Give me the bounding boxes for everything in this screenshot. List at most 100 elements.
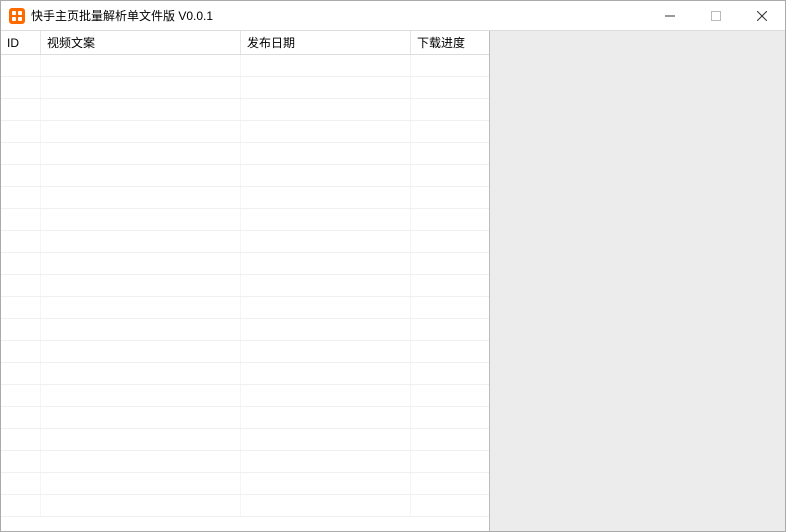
table-row[interactable] (1, 495, 489, 517)
titlebar[interactable]: 快手主页批量解析单文件版 V0.0.1 (1, 1, 785, 31)
table-cell (241, 165, 411, 186)
table-row[interactable] (1, 297, 489, 319)
column-header-date[interactable]: 发布日期 (241, 31, 411, 54)
table-cell (41, 231, 241, 252)
table-cell (411, 253, 489, 274)
table-cell (411, 385, 489, 406)
app-window: 快手主页批量解析单文件版 V0.0.1 ID 视频文案 发布日期 下载进度 (0, 0, 786, 532)
table-cell (241, 451, 411, 472)
table-cell (41, 143, 241, 164)
table-cell (41, 341, 241, 362)
table-cell (241, 99, 411, 120)
table-row[interactable] (1, 231, 489, 253)
table-row[interactable] (1, 451, 489, 473)
table-cell (411, 407, 489, 428)
table-cell (1, 275, 41, 296)
table-cell (411, 231, 489, 252)
table-cell (1, 407, 41, 428)
table-cell (41, 495, 241, 516)
table-cell (411, 143, 489, 164)
table-cell (41, 275, 241, 296)
table-cell (1, 429, 41, 450)
table-cell (1, 495, 41, 516)
table-row[interactable] (1, 55, 489, 77)
table-row[interactable] (1, 143, 489, 165)
table-cell (411, 297, 489, 318)
table-cell (41, 319, 241, 340)
table-cell (1, 385, 41, 406)
table-cell (411, 165, 489, 186)
table-cell (411, 473, 489, 494)
table-cell (411, 451, 489, 472)
table-cell (41, 429, 241, 450)
column-header-copy[interactable]: 视频文案 (41, 31, 241, 54)
table-cell (411, 209, 489, 230)
app-icon (9, 8, 25, 24)
table-cell (241, 297, 411, 318)
table-cell (41, 253, 241, 274)
table-cell (241, 407, 411, 428)
table-cell (411, 495, 489, 516)
table-cell (411, 429, 489, 450)
table-row[interactable] (1, 429, 489, 451)
table-cell (1, 55, 41, 76)
table-cell (1, 143, 41, 164)
table-cell (1, 231, 41, 252)
table-row[interactable] (1, 275, 489, 297)
table-row[interactable] (1, 99, 489, 121)
table-row[interactable] (1, 209, 489, 231)
table-cell (411, 77, 489, 98)
table-pane: ID 视频文案 发布日期 下载进度 (1, 31, 490, 531)
table-cell (1, 253, 41, 274)
column-header-progress[interactable]: 下载进度 (411, 31, 489, 54)
table-cell (411, 319, 489, 340)
maximize-button (693, 1, 739, 30)
side-pane (490, 31, 785, 531)
table-cell (411, 363, 489, 384)
table-cell (241, 363, 411, 384)
table-cell (1, 341, 41, 362)
close-button[interactable] (739, 1, 785, 30)
table-cell (1, 473, 41, 494)
table-cell (41, 385, 241, 406)
table-cell (41, 77, 241, 98)
table-cell (241, 253, 411, 274)
table-body[interactable] (1, 55, 489, 531)
table-row[interactable] (1, 407, 489, 429)
table-cell (41, 473, 241, 494)
table-cell (241, 341, 411, 362)
table-row[interactable] (1, 341, 489, 363)
table-row[interactable] (1, 253, 489, 275)
table-cell (1, 187, 41, 208)
table-row[interactable] (1, 363, 489, 385)
table-row[interactable] (1, 385, 489, 407)
table-cell (241, 187, 411, 208)
column-header-id[interactable]: ID (1, 31, 41, 54)
table-cell (1, 319, 41, 340)
table-row[interactable] (1, 121, 489, 143)
table-cell (41, 187, 241, 208)
table-cell (241, 473, 411, 494)
window-title: 快手主页批量解析单文件版 V0.0.1 (31, 7, 647, 24)
table-row[interactable] (1, 319, 489, 341)
table-row[interactable] (1, 165, 489, 187)
table-row[interactable] (1, 473, 489, 495)
table-cell (241, 55, 411, 76)
table-cell (411, 55, 489, 76)
table-row[interactable] (1, 187, 489, 209)
table-row[interactable] (1, 77, 489, 99)
table-cell (1, 297, 41, 318)
table-cell (241, 231, 411, 252)
client-area: ID 视频文案 发布日期 下载进度 (1, 31, 785, 531)
table-cell (41, 165, 241, 186)
minimize-button[interactable] (647, 1, 693, 30)
table-cell (411, 121, 489, 142)
table-cell (411, 275, 489, 296)
window-controls (647, 1, 785, 30)
table-cell (241, 77, 411, 98)
table-cell (41, 451, 241, 472)
table-cell (411, 187, 489, 208)
table-cell (41, 363, 241, 384)
table-cell (1, 99, 41, 120)
table-cell (1, 165, 41, 186)
